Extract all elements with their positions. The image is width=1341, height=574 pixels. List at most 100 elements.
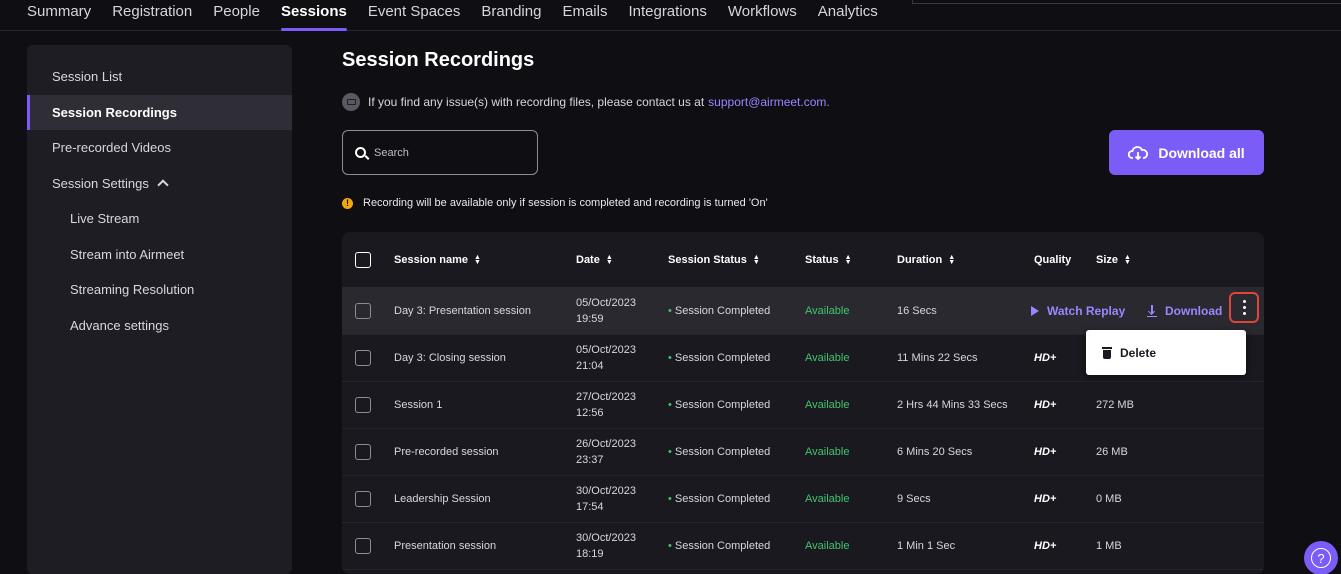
recording-status: Available [805,352,850,364]
session-date: 30/Oct/2023 17:54 [576,476,636,522]
sidebar-item-advance-settings[interactable]: Advance settings [27,308,292,344]
tab-workflows[interactable]: Workflows [728,3,797,30]
play-icon [1031,306,1039,316]
recording-notice: ! Recording will be available only if se… [342,197,768,209]
sidebar-item-live-stream[interactable]: Live Stream [27,201,292,237]
nav-tabs: Summary Registration People Sessions Eve… [27,3,878,31]
row-checkbox[interactable] [355,350,371,366]
session-name: Session 1 [394,399,443,411]
tab-event-spaces[interactable]: Event Spaces [368,3,461,30]
table-row: Session 1 27/Oct/2023 12:56 • Session Comp… [342,382,1264,429]
session-status-text: Session Completed [674,352,771,364]
more-options-button[interactable] [1229,292,1259,323]
sidebar-item-session-settings[interactable]: Session Settings [27,166,292,202]
select-all-checkbox-cell [355,232,371,287]
session-status-text: Session Completed [674,305,771,317]
header-session-name[interactable]: Session name ▲ ▼ [394,232,481,287]
duration: 1 Min 1 Sec [897,540,956,552]
file-size: 0 MB [1096,493,1122,505]
header-session-status[interactable]: Session Status ▲ ▼ [668,232,760,287]
row-checkbox-cell [355,335,371,381]
duration: 2 Hrs 44 Mins 33 Secs [897,399,1008,411]
row-checkbox[interactable] [355,303,371,319]
tab-registration[interactable]: Registration [112,3,192,30]
session-status: • Session Completed [668,288,770,334]
search-input[interactable] [374,146,524,159]
help-icon: ? [1311,548,1331,568]
header-label: Duration [897,253,943,266]
tab-analytics[interactable]: Analytics [818,3,878,30]
top-right-panel [912,0,1341,4]
download-label: Download [1165,304,1223,318]
sidebar: Session List Session Recordings Pre-reco… [27,45,292,574]
watch-replay-label: Watch Replay [1047,304,1126,318]
tab-integrations[interactable]: Integrations [628,3,706,30]
header-label: Quality [1034,253,1072,266]
quality-badge: HD+ [1034,493,1057,505]
status-dot: • [668,352,672,364]
session-name: Leadership Session [394,493,491,505]
sort-icon: ▲ ▼ [844,253,852,266]
support-email-link[interactable]: support@airmeet.com. [708,95,830,109]
page-title: Session Recordings [342,49,535,71]
row-checkbox[interactable] [355,491,371,507]
info-text: If you find any issue(s) with recording … [368,95,705,109]
status-dot: • [668,305,672,317]
header-status[interactable]: Status ▲ ▼ [805,232,852,287]
sidebar-item-pre-recorded-videos[interactable]: Pre-recorded Videos [27,130,292,166]
recording-status: Available [805,540,850,552]
help-button[interactable]: ? [1304,541,1338,574]
tab-summary[interactable]: Summary [27,3,91,30]
session-date: 27/Oct/2023 12:56 [576,382,636,428]
header-label: Size [1096,253,1119,266]
sort-icon: ▲ ▼ [605,253,613,266]
download-button[interactable]: Download [1147,288,1222,334]
row-fade-overlay [932,288,992,334]
row-checkbox-cell [355,288,371,334]
tab-sessions[interactable]: Sessions [280,3,347,31]
header-size[interactable]: Size ▲ ▼ [1096,232,1131,287]
sidebar-item-session-list[interactable]: Session List [27,59,292,95]
tab-people[interactable]: People [213,3,260,30]
table-header: Session name ▲ ▼ Date ▲ ▼ Session Status ▲ ▼ S… [342,232,1264,288]
header-label: Date [576,253,600,266]
sidebar-item-stream-into-airmeet[interactable]: Stream into Airmeet [27,237,292,273]
tab-branding[interactable]: Branding [481,3,541,30]
date-value: 26/Oct/2023 [576,438,636,450]
duration: 16 Secs [897,305,937,317]
file-size: 1 MB [1096,540,1122,552]
row-checkbox[interactable] [355,538,371,554]
sidebar-item-label: Session Settings [52,175,149,191]
session-name: Day 3: Closing session [394,352,506,364]
tab-emails[interactable]: Emails [562,3,607,30]
header-duration[interactable]: Duration ▲ ▼ [897,232,955,287]
recording-status: Available [805,399,850,411]
time-value: 21:04 [576,360,604,372]
download-all-button[interactable]: Download all [1109,130,1264,175]
time-value: 19:59 [576,313,604,325]
row-checkbox-cell [355,476,371,522]
delete-menu-item[interactable]: Delete [1086,330,1246,375]
watch-replay-button[interactable]: Watch Replay [1031,288,1125,334]
date-value: 30/Oct/2023 [576,485,636,497]
search-icon [355,147,366,158]
table-row: Day 3: Presentation session 05/Oct/2023 1… [342,288,1264,335]
sidebar-item-streaming-resolution[interactable]: Streaming Resolution [27,272,292,308]
header-date[interactable]: Date ▲ ▼ [576,232,613,287]
header-quality: Quality [1034,232,1071,287]
duration: 9 Secs [897,493,931,505]
session-status-text: Session Completed [674,399,771,411]
row-checkbox[interactable] [355,397,371,413]
duration: 6 Mins 20 Secs [897,446,973,458]
trash-icon [1102,346,1112,359]
time-value: 12:56 [576,407,604,419]
recording-status: Available [805,493,850,505]
row-checkbox[interactable] [355,444,371,460]
session-status: • Session Completed [668,382,770,428]
date-value: 05/Oct/2023 [576,297,636,309]
download-all-label: Download all [1158,144,1245,161]
select-all-checkbox[interactable] [355,251,371,268]
date-value: 05/Oct/2023 [576,344,636,356]
header-label: Status [805,253,839,266]
sidebar-item-session-recordings[interactable]: Session Recordings [27,94,292,130]
